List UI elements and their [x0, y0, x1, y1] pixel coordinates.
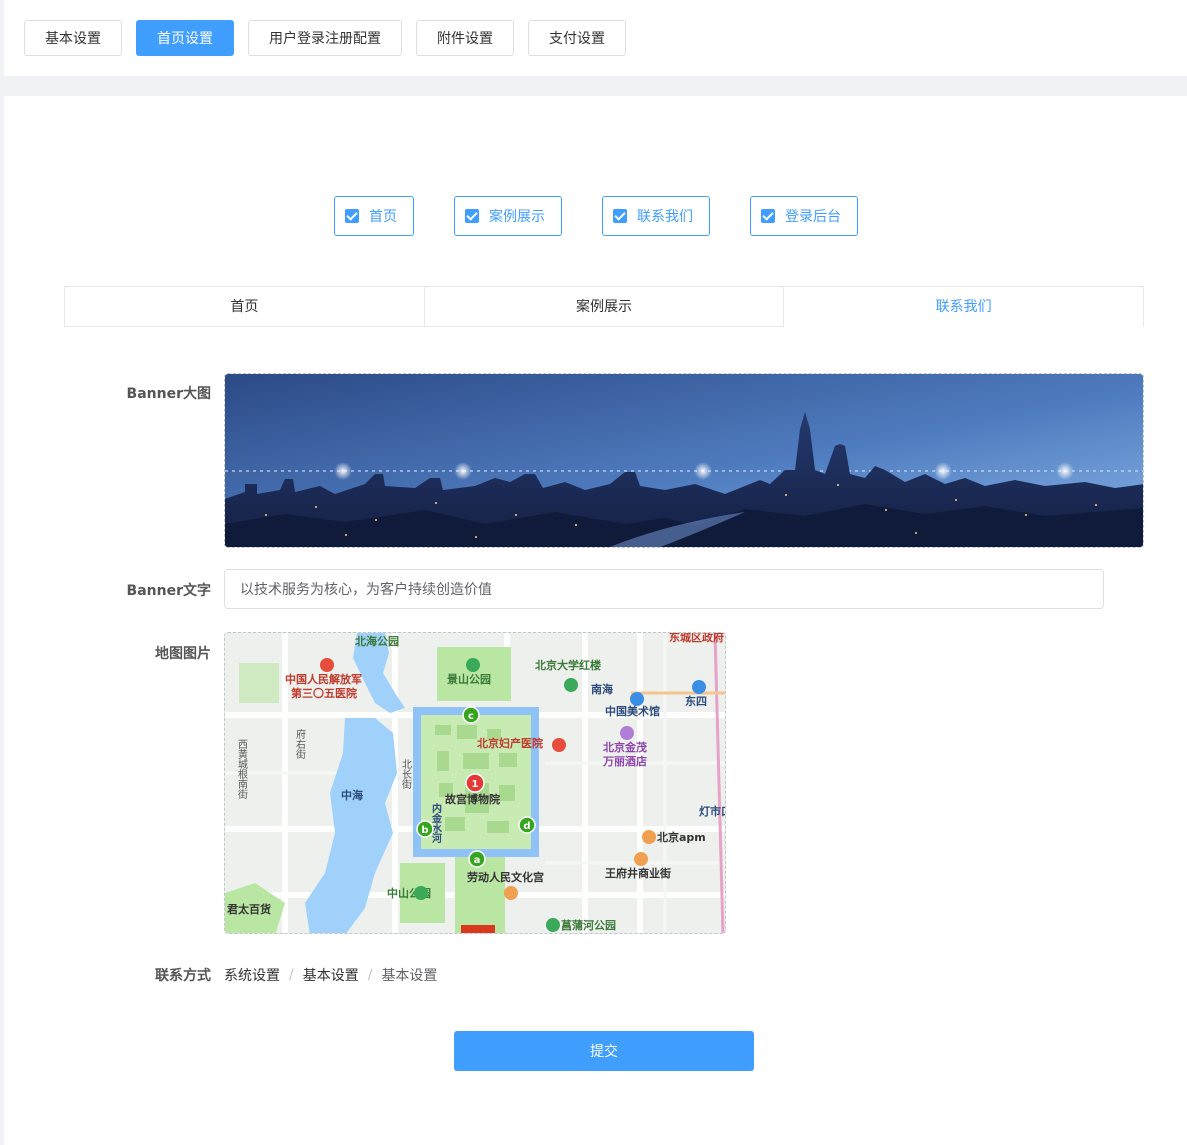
breadcrumb-item-system-settings[interactable]: 系统设置: [224, 965, 280, 985]
module-checkbox-group: 首页 案例展示 联系我们 登录后台: [334, 196, 898, 236]
submit-button[interactable]: 提交: [454, 1031, 754, 1071]
breadcrumb-separator: /: [289, 967, 294, 983]
hospital-icon: [552, 738, 566, 752]
map-marker-label: b: [421, 825, 428, 836]
segment-contact[interactable]: 联系我们: [784, 287, 1145, 327]
checkbox-label: 首页: [369, 209, 397, 225]
checkbox-cases[interactable]: 案例展示: [454, 196, 562, 236]
hotel-icon: [620, 726, 634, 740]
segment-home[interactable]: 首页: [65, 287, 425, 327]
map-label-apm: 北京apm: [657, 830, 706, 844]
tab-basic-settings[interactable]: 基本设置: [24, 20, 122, 56]
park-icon: [466, 658, 480, 672]
map-label-art-museum: 中国美术馆: [605, 704, 660, 718]
breadcrumb-item-basic-settings[interactable]: 基本设置: [303, 965, 359, 985]
park-icon: [414, 886, 428, 900]
checkbox-label: 联系我们: [637, 209, 693, 225]
map-marker-label: a: [474, 855, 481, 866]
banner-text-label: Banner文字: [126, 583, 211, 599]
map-label-wangfujing: 王府井商业街: [605, 866, 671, 880]
checkbox-checked-icon: [345, 209, 359, 223]
home-settings-panel: 首页 案例展示 联系我们 登录后台 首页 案例展示 联系我们 Banner大图: [4, 96, 1187, 1145]
map-marker-label: d: [523, 821, 530, 832]
map-label-nanhai: 南海: [591, 682, 613, 696]
map-label-palace-museum: 故宫博物院: [445, 792, 500, 806]
map-image: 北海公园 景山公园 北京大学红楼 中山公园 菖蒲河公园 中国人民解放军 第三〇五…: [225, 633, 726, 933]
banner-text-input[interactable]: [224, 569, 1104, 609]
breadcrumb-item-current: 基本设置: [381, 968, 438, 984]
map-label-beichang: 北长街: [400, 759, 412, 790]
map-label-changpu: 菖蒲河公园: [561, 918, 616, 932]
banner-image-upload[interactable]: [224, 373, 1144, 548]
map-label-fuyou: 府右街: [294, 728, 306, 760]
tab-attachment-settings[interactable]: 附件设置: [416, 20, 514, 56]
map-label-jinmao: 北京金茂: [603, 740, 647, 754]
shopping-icon: [634, 852, 648, 866]
settings-tabs: 基本设置 首页设置 用户登录注册配置 附件设置 支付设置: [24, 20, 626, 56]
banner-image-label: Banner大图: [126, 386, 211, 402]
breadcrumb-separator: /: [367, 967, 373, 983]
map-label-maternity: 北京妇产医院: [477, 736, 543, 750]
section-segmented-tabs: 首页 案例展示 联系我们: [64, 286, 1145, 327]
map-label-xihuang: 西黄城根南街: [236, 739, 248, 800]
map-label-dongsi: 东四: [685, 694, 707, 708]
checkbox-checked-icon: [465, 209, 479, 223]
segment-cases[interactable]: 案例展示: [424, 287, 785, 327]
map-label-pku-red: 北京大学红楼: [535, 658, 601, 672]
map-label-dongcheng: 东城区政府: [669, 633, 724, 644]
map-image-upload[interactable]: 北海公园 景山公园 北京大学红楼 中山公园 菖蒲河公园 中国人民解放军 第三〇五…: [224, 632, 726, 934]
map-label-hospital-305-b: 第三〇五医院: [291, 686, 357, 700]
map-marker-label: 1: [472, 779, 479, 790]
map-label-jingshan: 景山公园: [446, 672, 491, 686]
checkbox-contact[interactable]: 联系我们: [602, 196, 710, 236]
tab-home-settings[interactable]: 首页设置: [136, 20, 234, 56]
map-label-dengshi: 灯市口: [699, 804, 726, 818]
contact-label: 联系方式: [155, 968, 211, 984]
map-label-zhonghai: 中海: [341, 788, 363, 802]
checkbox-label: 案例展示: [489, 209, 545, 225]
checkbox-home[interactable]: 首页: [334, 196, 414, 236]
contact-breadcrumb: 系统设置 / 基本设置 / 基本设置: [224, 965, 437, 985]
map-marker-label: c: [468, 711, 474, 722]
tab-payment-settings[interactable]: 支付设置: [528, 20, 626, 56]
map-label-beihai: 北海公园: [355, 634, 399, 648]
shopping-icon: [504, 886, 518, 900]
museum-icon: [564, 678, 578, 692]
checkbox-checked-icon: [761, 209, 775, 223]
park-icon: [546, 918, 560, 932]
checkbox-admin-login[interactable]: 登录后台: [750, 196, 858, 236]
city-skyline-image: [225, 374, 1143, 547]
map-label-jinmao-2: 万丽酒店: [602, 754, 647, 768]
metro-icon: [692, 680, 706, 694]
map-label-junjun: 君太百货: [227, 902, 271, 916]
map-label-hospital-305: 中国人民解放军: [285, 672, 362, 686]
checkbox-label: 登录后台: [785, 209, 841, 225]
shopping-icon: [642, 830, 656, 844]
metro-icon: [630, 692, 644, 706]
top-settings-card: 基本设置 首页设置 用户登录注册配置 附件设置 支付设置: [4, 0, 1187, 76]
hospital-icon: [320, 658, 334, 672]
tab-login-register-config[interactable]: 用户登录注册配置: [248, 20, 402, 56]
map-label-laodong: 劳动人民文化宫: [467, 870, 544, 884]
checkbox-checked-icon: [613, 209, 627, 223]
map-image-label: 地图图片: [155, 646, 211, 662]
